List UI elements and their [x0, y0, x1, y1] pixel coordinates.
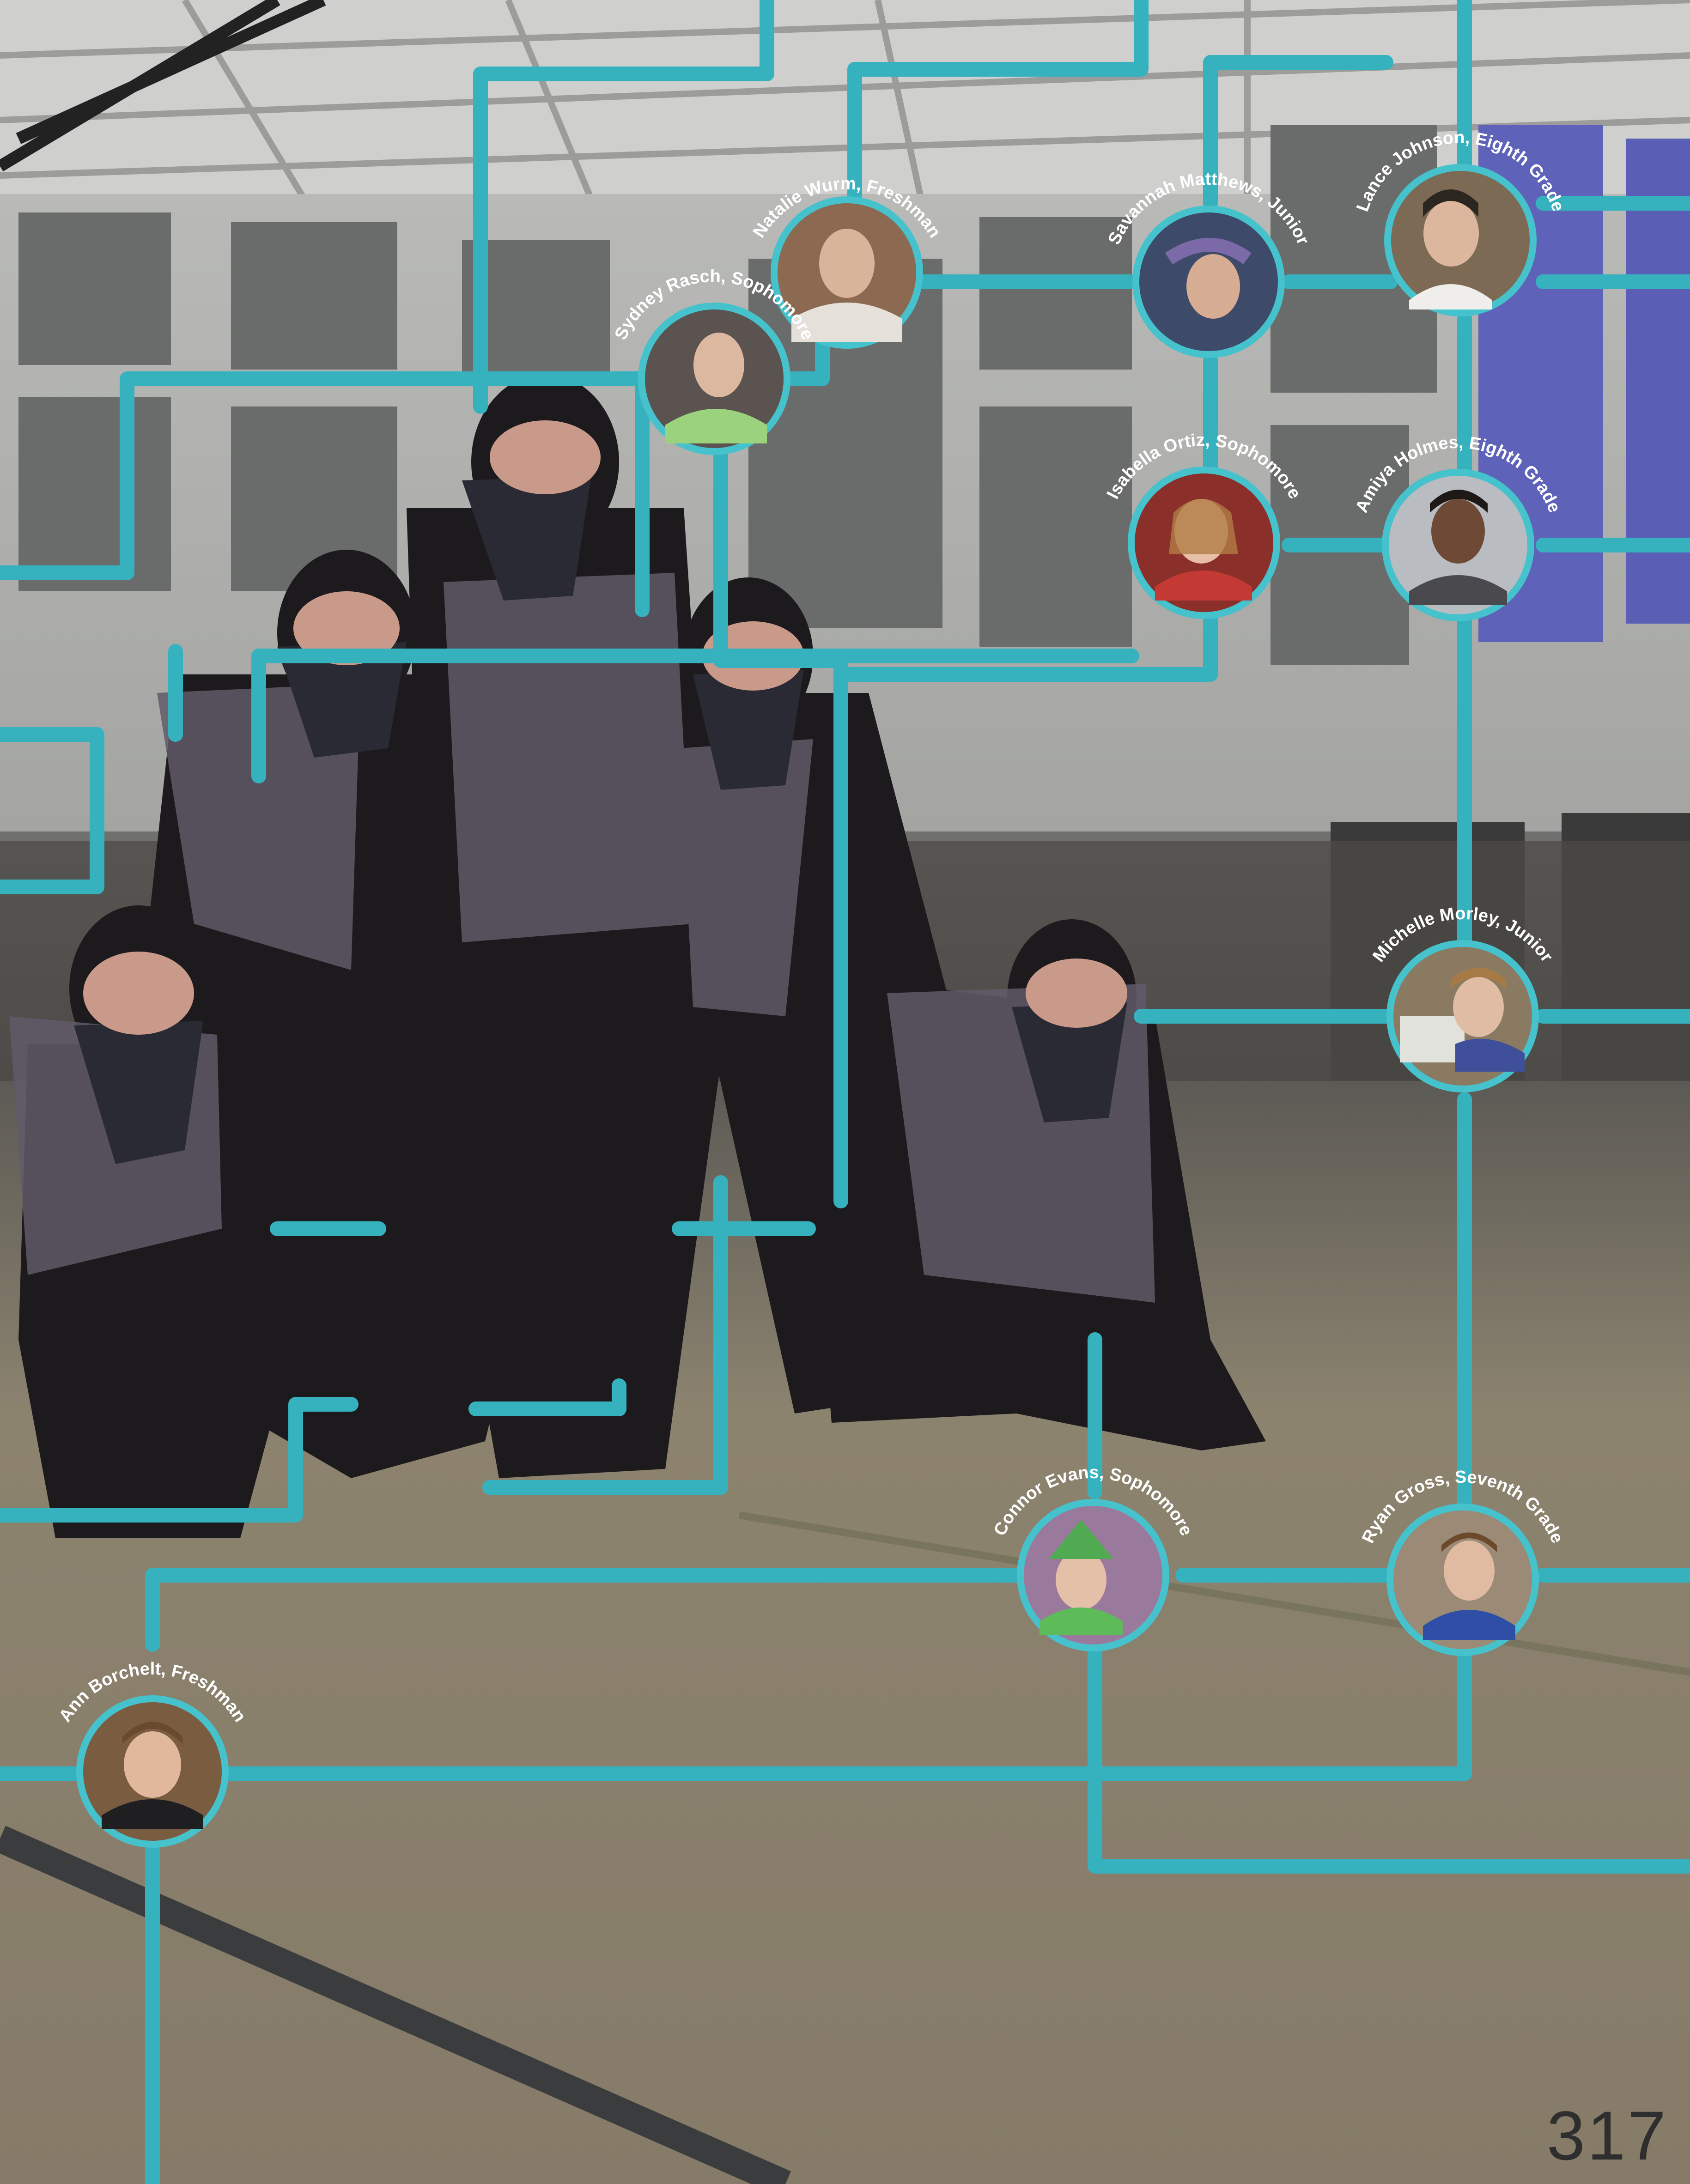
portrait-ann-borchelt: Ann Borchelt, Freshman	[55, 1659, 249, 1848]
portrait-natalie-wurm: Natalie Wurm, Freshman	[749, 174, 944, 349]
portrait-michelle-morley: Michelle Morley, Junior	[1369, 904, 1556, 1092]
portrait-savannah-matthews: Savannah Matthews, Junior	[1105, 170, 1313, 358]
yearbook-page: Natalie Wurm, Freshman Savannah Matthews…	[0, 0, 1690, 2184]
portrait-connor-evans: Connor Evans, Sophomore	[990, 1463, 1196, 1651]
portrait-amiya-holmes: Amiya Holmes, Eighth Grade	[1352, 433, 1564, 621]
portrait-lance-johnson: Lance Johnson, Eighth Grade	[1353, 128, 1568, 316]
page-number: 317	[1546, 2097, 1668, 2174]
portrait-sydney-rasch: Sydney Rasch, Sophomore	[611, 267, 818, 455]
portrait-gallery: Natalie Wurm, Freshman Savannah Matthews…	[55, 128, 1568, 1848]
portrait-isabella-ortiz: Isabella Ortiz, Sophomore	[1103, 431, 1305, 619]
portrait-ryan-gross: Ryan Gross, Seventh Grade	[1358, 1468, 1567, 1656]
